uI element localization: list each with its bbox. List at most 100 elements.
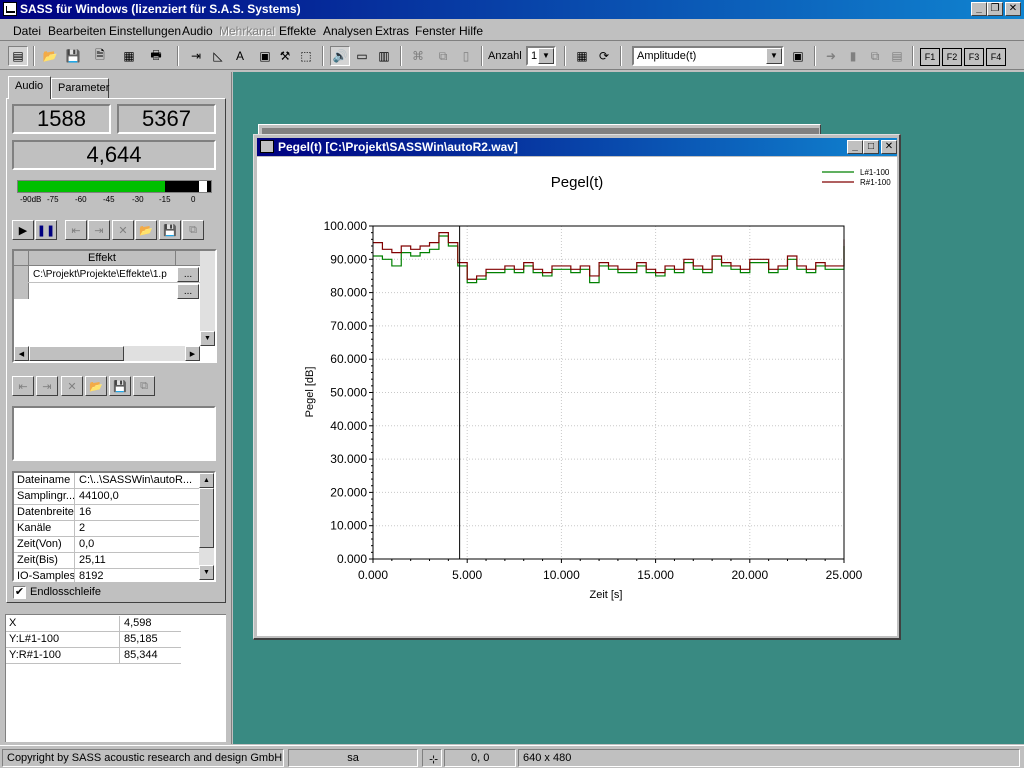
effects-hscrollbar[interactable]: ◀ ▶ (14, 346, 200, 361)
link-icon[interactable]: ⌘ (408, 46, 428, 66)
zoom-rect-icon[interactable]: ⬚ (296, 46, 316, 66)
property-row[interactable]: Datenbreite 16 (14, 505, 200, 521)
effect-description[interactable] (12, 406, 216, 461)
effect-copy-button-2[interactable]: ⧉ (133, 376, 155, 396)
stack-icon[interactable]: ▤ (887, 46, 907, 66)
property-value[interactable]: 25,11 (76, 553, 200, 568)
menu-extras[interactable]: Extras (375, 24, 409, 38)
bars-icon[interactable]: ▮ (843, 46, 863, 66)
scroll-right-icon[interactable]: ▶ (185, 346, 200, 361)
export-icon[interactable]: ⇥ (186, 46, 206, 66)
print-preview-icon[interactable]: ▦ (119, 46, 139, 66)
property-value[interactable]: 8192 (76, 569, 200, 584)
property-row[interactable]: Kanäle 2 (14, 521, 200, 537)
mode-select[interactable]: Amplitude(t) ▼ (632, 46, 784, 66)
pause-button[interactable]: ❚❚ (35, 220, 57, 240)
app-icon[interactable] (3, 2, 17, 16)
effect-open-button[interactable]: 📂 (135, 220, 157, 240)
property-vscrollbar[interactable]: ▲ ▼ (199, 473, 214, 580)
property-row[interactable]: Zeit(Von) 0,0 (14, 537, 200, 553)
chart-grid-icon[interactable]: ▥ (374, 46, 394, 66)
f1-button[interactable]: F1 (920, 48, 940, 66)
copy-page-icon[interactable]: ⧉ (433, 46, 453, 66)
ruler-icon[interactable]: ◺ (208, 46, 228, 66)
text-tool-icon[interactable]: A (230, 46, 250, 66)
menu-analysen[interactable]: Analysen (323, 24, 372, 38)
book-icon[interactable]: ▯ (456, 46, 476, 66)
effect-copy-button[interactable]: ⧉ (182, 220, 204, 240)
browse-button[interactable]: ... (177, 267, 199, 282)
arrow-right-icon[interactable]: ➜ (821, 46, 841, 66)
app-title-bar[interactable]: SASS für Windows (lizenziert für S.A.S. … (0, 0, 1024, 19)
loop-checkbox[interactable]: ✔ (13, 586, 26, 599)
effect-path[interactable]: C:\Projekt\Projekte\Effekte\1.p (30, 267, 175, 282)
vscroll-thumb[interactable] (199, 488, 214, 548)
property-value[interactable]: 0,0 (76, 537, 200, 552)
scroll-up-icon[interactable]: ▲ (199, 473, 214, 488)
chart-maximize-button[interactable]: □ (863, 140, 879, 154)
tools-icon[interactable]: ⚒ (275, 46, 295, 66)
f4-button[interactable]: F4 (986, 48, 1006, 66)
print-icon[interactable]: 🖶 (146, 46, 166, 66)
chevron-down-icon[interactable]: ▼ (538, 48, 554, 64)
display-icon[interactable]: ▭ (352, 46, 372, 66)
table-row[interactable]: ... (14, 283, 200, 300)
property-value[interactable]: 2 (76, 521, 200, 536)
menu-audio[interactable]: Audio (182, 24, 213, 38)
level-chart[interactable]: 0.000 10.000 20.000 30.000 40.000 50.000 60.00… (257, 157, 897, 636)
open-folder-icon[interactable]: 📂 (40, 46, 60, 66)
chart-close-button[interactable]: ✕ (881, 140, 897, 154)
chart-window-title-bar[interactable]: Pegel(t) [C:\Projekt\SASSWin\autoR2.wav]… (257, 138, 897, 156)
effect-delete-button[interactable]: ✕ (112, 220, 134, 240)
table-row[interactable]: C:\Projekt\Projekte\Effekte\1.p ... (14, 266, 200, 283)
menu-hilfe[interactable]: Hilfe (459, 24, 483, 38)
calculator-icon[interactable]: ▣ (255, 46, 275, 66)
save-icon[interactable]: 💾 (63, 46, 83, 66)
scroll-down-icon[interactable]: ▼ (199, 565, 214, 580)
menu-bearbeiten[interactable]: Bearbeiten (48, 24, 106, 38)
property-value[interactable]: C:\..\SASSWin\autoR... (76, 473, 200, 488)
calc-table-icon[interactable]: ▦ (572, 46, 592, 66)
row-selector[interactable] (14, 283, 29, 299)
effect-save-button[interactable]: 💾 (159, 220, 181, 240)
menu-effekte[interactable]: Effekte (279, 24, 316, 38)
scroll-down-icon[interactable]: ▼ (200, 331, 215, 346)
tab-audio[interactable]: Audio (8, 76, 51, 99)
panel-toggle-icon[interactable]: ▤ (8, 46, 28, 66)
effect-insert-button[interactable]: ⇤ (65, 220, 87, 240)
property-row[interactable]: IO-Samples 8192 (14, 569, 200, 585)
menu-einstellungen[interactable]: Einstellungen (109, 24, 181, 38)
speaker-icon[interactable]: 🔊 (330, 46, 350, 66)
menu-datei[interactable]: Datei (13, 24, 41, 38)
browse-button[interactable]: ... (177, 284, 199, 299)
row-selector[interactable] (14, 266, 29, 282)
effect-open-button-2[interactable]: 📂 (85, 376, 107, 396)
layers-icon[interactable]: ⧉ (865, 46, 885, 66)
effect-insert-button-2[interactable]: ⇤ (12, 376, 34, 396)
property-value[interactable]: 16 (76, 505, 200, 520)
properties-icon[interactable]: 🗎 (90, 46, 110, 66)
refresh-icon[interactable]: ⟳ (594, 46, 614, 66)
close-button[interactable]: ✕ (1005, 2, 1021, 16)
loop-label[interactable]: Endlosschleife (30, 586, 101, 598)
menu-fenster[interactable]: Fenster (415, 24, 456, 38)
effect-append-button[interactable]: ⇥ (88, 220, 110, 240)
effect-delete-button-2[interactable]: ✕ (61, 376, 83, 396)
menu-mehrkanal[interactable]: Mehrkanal (219, 24, 275, 38)
effect-save-button-2[interactable]: 💾 (109, 376, 131, 396)
f2-button[interactable]: F2 (942, 48, 962, 66)
minimize-button[interactable]: _ (971, 2, 987, 16)
tab-parameter[interactable]: Parameter (51, 78, 109, 98)
effects-vscrollbar[interactable]: ▼ (200, 251, 215, 346)
property-value[interactable]: 44100,0 (76, 489, 200, 504)
chart-minimize-button[interactable]: _ (847, 140, 863, 154)
chart-window-icon[interactable] (260, 140, 274, 153)
property-row[interactable]: Zeit(Bis) 25,11 (14, 553, 200, 569)
hscroll-thumb[interactable] (29, 346, 124, 361)
play-button[interactable]: ▶ (12, 220, 34, 240)
property-row[interactable]: Samplingr... 44100,0 (14, 489, 200, 505)
apply-mode-icon[interactable]: ▣ (788, 46, 808, 66)
restore-button[interactable]: ❐ (987, 2, 1003, 16)
chevron-down-icon[interactable]: ▼ (766, 48, 782, 64)
scroll-left-icon[interactable]: ◀ (14, 346, 29, 361)
